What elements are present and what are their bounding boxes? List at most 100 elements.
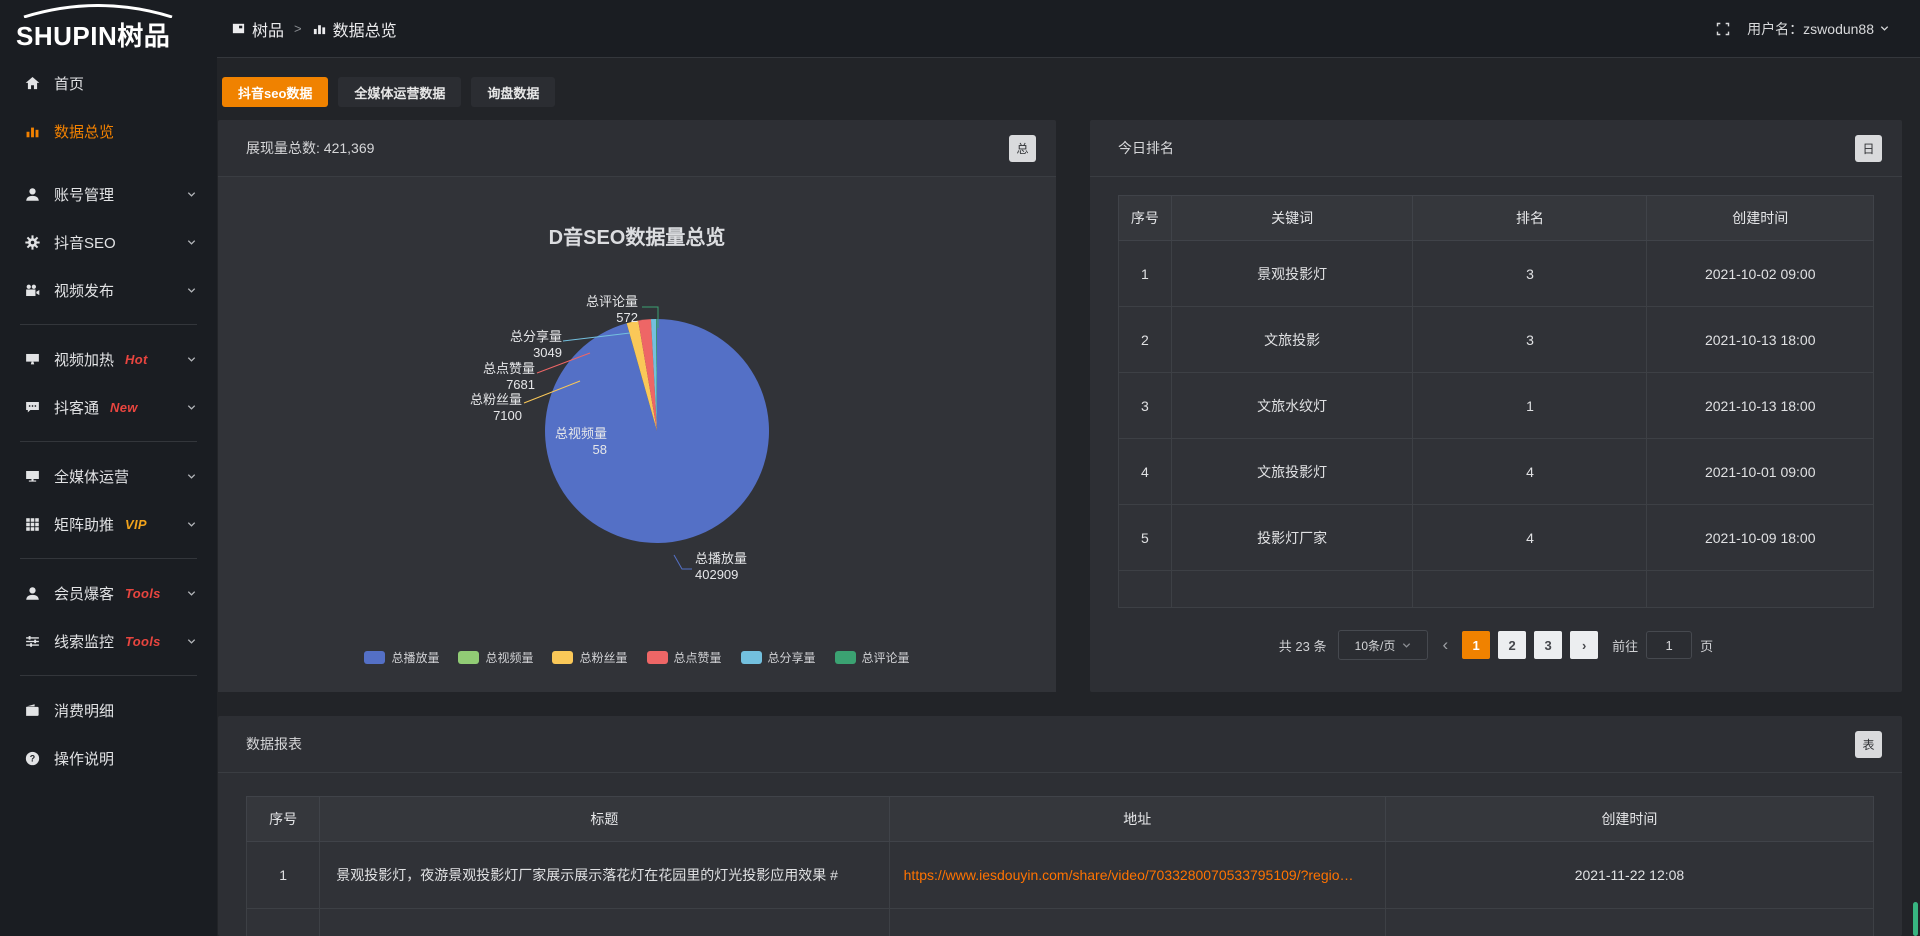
sidebar-item-matrix-boost[interactable]: 矩阵助推VIP [0, 500, 217, 548]
rank-panel: 今日排名 日 序号关键词排名创建时间1景观投影灯32021-10-02 09:0… [1090, 120, 1902, 692]
tab-inquiry-data[interactable]: 询盘数据 [471, 77, 555, 107]
rank-panel-title: 今日排名 [1118, 140, 1174, 156]
app-square-icon [231, 21, 246, 36]
pie-slice-总分享量[interactable] [651, 319, 657, 431]
breadcrumb-root[interactable]: 树品 [231, 17, 284, 41]
page-button-2[interactable]: 2 [1498, 631, 1526, 659]
page-button-1[interactable]: 1 [1462, 631, 1490, 659]
sidebar-item-video-publish[interactable]: 视频发布 [0, 266, 217, 314]
table-cell: 4 [1119, 439, 1172, 505]
table-cell: 4 [1413, 505, 1647, 571]
legend-item-总视频量[interactable]: 总视频量 [458, 649, 533, 666]
sidebar-item-account-manage[interactable]: 账号管理 [0, 170, 217, 218]
pie-callout-总粉丝量: 总粉丝量7100 [470, 392, 522, 424]
logo[interactable]: SHUPIN树品 [16, 4, 206, 56]
report-link[interactable]: https://www.iesdouyin.com/share/video/70… [889, 842, 1385, 909]
pie-callout-总点赞量: 总点赞量7681 [483, 361, 535, 393]
scrollbar-thumb[interactable] [1913, 902, 1918, 936]
topbar-right: 用户名：zswodun88 [1715, 0, 1890, 57]
chevron-down-icon [186, 189, 197, 200]
pie-callout-总播放量: 总播放量402909 [695, 551, 747, 583]
monitor-icon [24, 468, 41, 485]
table-row: 3文旅水纹灯12021-10-13 18:00 [1119, 373, 1874, 439]
chat-icon [24, 399, 41, 416]
rank-table: 序号关键词排名创建时间1景观投影灯32021-10-02 09:002文旅投影3… [1118, 195, 1874, 608]
chevron-down-icon [186, 237, 197, 248]
column-header: 地址 [889, 797, 1385, 842]
report-panel-header: 数据报表 表 [218, 716, 1902, 773]
sidebar-item-data-overview[interactable]: 数据总览 [0, 107, 217, 155]
column-header: 创建时间 [1647, 196, 1874, 241]
next-page-button[interactable]: › [1570, 631, 1598, 659]
pie-slice-总粉丝量[interactable] [627, 321, 657, 431]
chevron-down-icon [186, 519, 197, 530]
table-row-empty [1119, 571, 1874, 608]
chevron-down-icon [186, 588, 197, 599]
sidebar-item-video-heat[interactable]: 视频加热Hot [0, 335, 217, 383]
sidebar-item-member-burst[interactable]: 会员爆客Tools [0, 569, 217, 617]
column-header: 序号 [1119, 196, 1172, 241]
sidebar-item-label: 消费明细 [54, 700, 114, 721]
pie-slice-总播放量[interactable] [545, 319, 769, 543]
legend-item-总播放量[interactable]: 总播放量 [364, 649, 439, 666]
screen-icon [24, 351, 41, 368]
chevron-down-icon [186, 636, 197, 647]
fullscreen-icon[interactable] [1715, 21, 1731, 37]
goto-suffix: 页 [1700, 636, 1713, 655]
pie-slice-总视频量[interactable] [627, 323, 657, 431]
legend-label: 总评论量 [862, 649, 910, 666]
legend-swatch [741, 651, 762, 664]
sidebar-item-label: 操作说明 [54, 748, 114, 769]
table-cell: 2021-10-13 18:00 [1647, 373, 1874, 439]
legend-item-总粉丝量[interactable]: 总粉丝量 [552, 649, 627, 666]
breadcrumb-current[interactable]: 数据总览 [312, 17, 397, 41]
sidebar-item-douyin-seo[interactable]: 抖音SEO [0, 218, 217, 266]
page-button-3[interactable]: 3 [1534, 631, 1562, 659]
legend-item-总点赞量[interactable]: 总点赞量 [647, 649, 722, 666]
tab-bar: 抖音seo数据全媒体运营数据询盘数据 [222, 77, 555, 107]
table-cell: 2021-10-02 09:00 [1647, 241, 1874, 307]
chart-icon [24, 123, 41, 140]
tab-media-operation-data[interactable]: 全媒体运营数据 [338, 77, 461, 107]
table-row: 5投影灯厂家42021-10-09 18:00 [1119, 505, 1874, 571]
table-cell: 2021-10-13 18:00 [1647, 307, 1874, 373]
sidebar: SHUPIN树品 首页数据总览账号管理抖音SEO视频发布视频加热Hot抖客通Ne… [0, 0, 217, 936]
prev-page-button[interactable]: ‹ [1436, 635, 1454, 655]
pie-svg[interactable] [218, 177, 1056, 693]
tab-douyin-seo-data[interactable]: 抖音seo数据 [222, 77, 328, 107]
sidebar-item-clue-monitor[interactable]: 线索监控Tools [0, 617, 217, 665]
chart-panel: 展现量总数: 421,369 总 D音SEO数据量总览 总播放量402909总视… [218, 120, 1056, 692]
chevron-down-icon [1879, 23, 1890, 34]
sidebar-item-operation-guide[interactable]: ?操作说明 [0, 734, 217, 782]
legend-label: 总视频量 [485, 649, 533, 666]
goto-page-input[interactable] [1646, 631, 1692, 659]
breadcrumb: 树品 > 数据总览 [231, 0, 397, 57]
member-icon [24, 585, 41, 602]
legend-item-总分享量[interactable]: 总分享量 [741, 649, 816, 666]
pie-slice-总点赞量[interactable] [638, 319, 657, 431]
sidebar-badge-new: New [110, 400, 138, 415]
sidebar-item-label: 全媒体运营 [54, 466, 129, 487]
chart-summary-button[interactable]: 总 [1009, 135, 1036, 162]
sidebar-item-home[interactable]: 首页 [0, 59, 217, 107]
daily-rank-button[interactable]: 日 [1855, 135, 1882, 162]
sliders-icon [24, 633, 41, 650]
sidebar-item-label: 线索监控 [54, 631, 114, 652]
report-table-button[interactable]: 表 [1855, 731, 1882, 758]
chevron-down-icon [186, 402, 197, 413]
page-size-select[interactable]: 10条/页 [1338, 630, 1428, 660]
pie-callouts: 总播放量402909总视频量58总粉丝量7100总点赞量7681总分享量3049… [218, 177, 1056, 692]
sidebar-item-media-operation[interactable]: 全媒体运营 [0, 452, 217, 500]
table-cell: 1 [247, 842, 320, 909]
table-row: 1景观投影灯32021-10-02 09:00 [1119, 241, 1874, 307]
sidebar-item-consume-detail[interactable]: 消费明细 [0, 686, 217, 734]
legend-item-总评论量[interactable]: 总评论量 [835, 649, 910, 666]
pie-slice-总评论量[interactable] [656, 319, 657, 431]
chevron-down-icon [1401, 640, 1412, 651]
table-cell: 5 [1119, 505, 1172, 571]
user-menu[interactable]: 用户名：zswodun88 [1747, 19, 1890, 39]
chevron-down-icon [186, 285, 197, 296]
chart-legend: 总播放量 总视频量 总粉丝量 总点赞量 总分享量 总评论量 [218, 649, 1056, 666]
sidebar-item-douketong[interactable]: 抖客通New [0, 383, 217, 431]
legend-swatch [364, 651, 385, 664]
